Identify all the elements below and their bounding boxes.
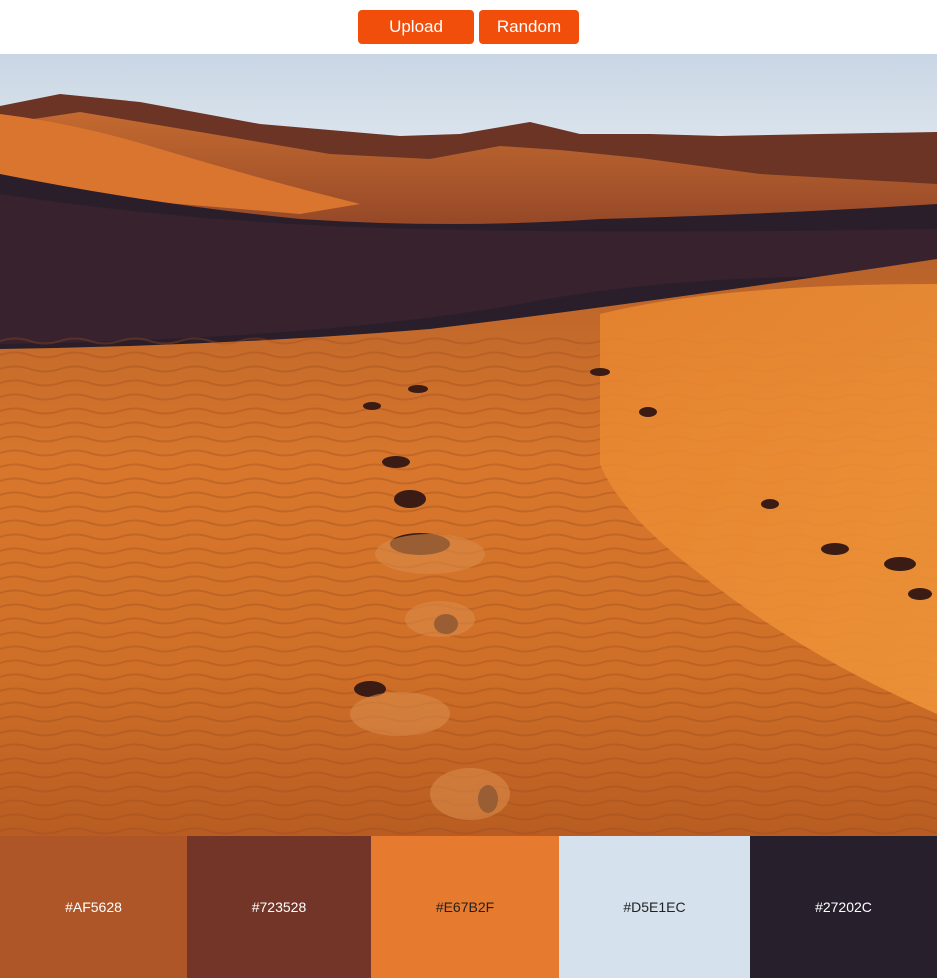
swatch[interactable]: #E67B2F: [371, 836, 559, 978]
color-palette: #AF5628 #723528 #E67B2F #D5E1EC #27202C: [0, 836, 937, 978]
desert-photo: [0, 54, 937, 836]
random-button[interactable]: Random: [479, 10, 579, 44]
toolbar: Upload Random: [0, 0, 937, 54]
swatch-hex: #D5E1EC: [623, 899, 686, 915]
upload-button[interactable]: Upload: [358, 10, 474, 44]
swatch[interactable]: #27202C: [750, 836, 937, 978]
swatch-hex: #E67B2F: [435, 899, 495, 915]
swatch-hex: #723528: [251, 899, 307, 915]
swatch-hex: #AF5628: [65, 899, 122, 915]
swatch-hex: #27202C: [815, 899, 872, 915]
swatch[interactable]: #AF5628: [0, 836, 187, 978]
swatch[interactable]: #723528: [187, 836, 371, 978]
swatch[interactable]: #D5E1EC: [559, 836, 750, 978]
